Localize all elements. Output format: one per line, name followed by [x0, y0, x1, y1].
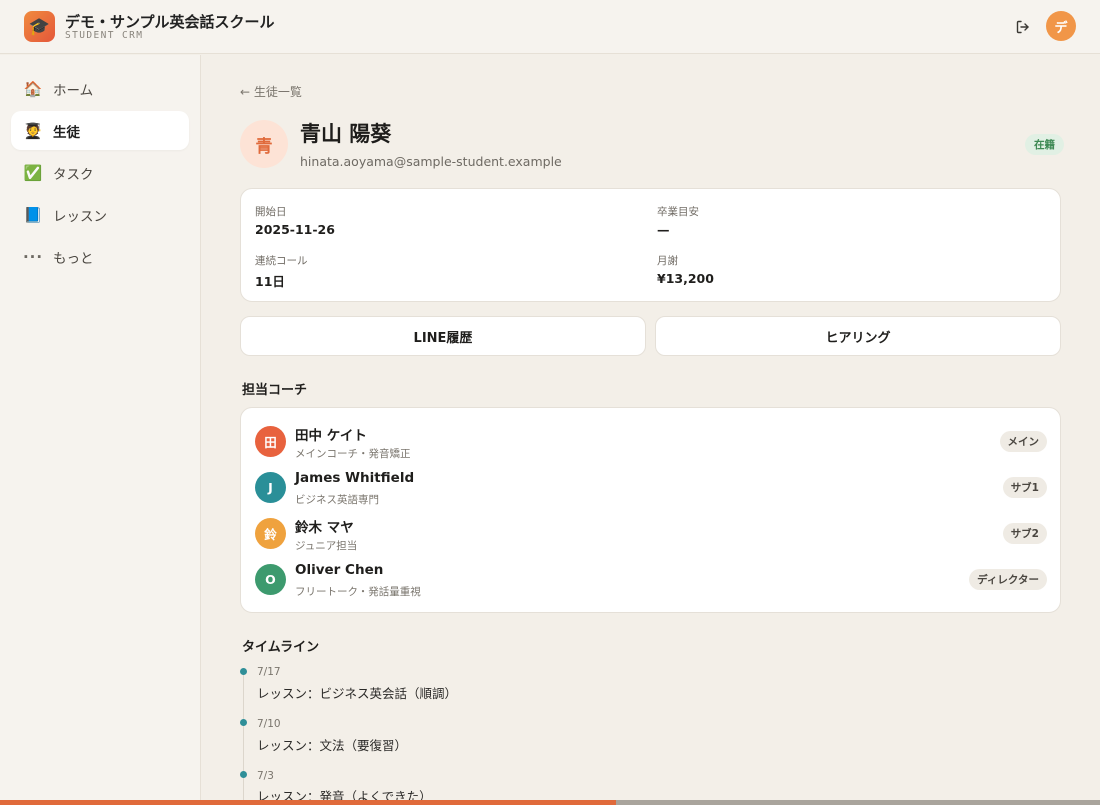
coach-row[interactable]: 田 田中 ケイト メインコーチ・発音矯正 メイン	[255, 422, 1047, 462]
app-title: デモ・サンプル英会話スクール	[65, 13, 275, 31]
graduation-value: —	[657, 222, 670, 237]
logout-icon[interactable]	[1013, 17, 1033, 37]
coach-role-badge: サブ2	[1002, 523, 1047, 544]
coach-name: James Whitfield	[295, 470, 415, 486]
sidebar-item-label: レッスン	[53, 208, 107, 225]
student-email: hinata.aoyama@sample-student.example	[300, 154, 562, 169]
sidebar-item-lessons[interactable]: 📘 レッスン	[11, 195, 189, 234]
sidebar-item-label: もっと	[53, 250, 94, 267]
coach-name: 鈴木 マヤ	[295, 520, 354, 536]
streak-value: 11日	[255, 274, 285, 289]
coach-description: メインコーチ・発音矯正	[295, 448, 411, 460]
student-icon: 🧑‍🎓	[23, 121, 43, 140]
timeline-date: 7/10	[257, 718, 281, 730]
timeline-date: 7/3	[257, 770, 274, 782]
timeline-dot	[240, 719, 247, 726]
status-badge: 在籍	[1025, 134, 1064, 155]
sidebar-item-tasks[interactable]: ✅ タスク	[11, 153, 189, 192]
coach-description: ジュニア担当	[295, 540, 358, 552]
back-to-students-link[interactable]: ← 生徒一覧	[240, 83, 302, 100]
more-icon: ···	[22, 247, 44, 266]
top-bar: 🎓 デモ・サンプル英会話スクール STUDENT CRM デ	[0, 0, 1100, 54]
coach-avatar: 田	[255, 426, 286, 457]
coaches-card: 田 田中 ケイト メインコーチ・発音矯正 メイン J James Whitfie…	[240, 407, 1061, 613]
coach-row[interactable]: J James Whitfield ビジネス英語専門 サブ1	[255, 468, 1047, 508]
timeline-entry[interactable]: レッスン：文法（要復習）	[257, 735, 407, 754]
coach-avatar: J	[255, 472, 286, 503]
timeline-section-title: タイムライン	[242, 640, 320, 655]
coach-row[interactable]: O Oliver Chen フリートーク・発話量重視 ディレクター	[255, 560, 1047, 600]
fee-value: ¥13,200	[657, 271, 714, 286]
timeline-dot	[240, 668, 247, 675]
sidebar-item-label: ホーム	[53, 82, 94, 99]
sidebar-item-students[interactable]: 🧑‍🎓 生徒	[11, 111, 189, 150]
start-date-value: 2025-11-26	[255, 222, 335, 237]
coach-avatar: 鈴	[255, 518, 286, 549]
sidebar-item-label: タスク	[53, 166, 94, 183]
timeline-date: 7/17	[257, 666, 281, 678]
coaches-section-title: 担当コーチ	[242, 383, 308, 398]
page-progress-fill	[0, 800, 616, 805]
student-name: 青山 陽葵	[300, 122, 392, 146]
sidebar: 🏠 ホーム 🧑‍🎓 生徒 ✅ タスク 📘 レッスン ··· もっと	[0, 55, 201, 805]
line-history-button[interactable]: LINE履歴	[240, 316, 646, 356]
page-progress-bar	[0, 800, 1100, 805]
timeline-entry[interactable]: レッスン：ビジネス英会話（順調）	[257, 683, 457, 702]
coach-avatar: O	[255, 564, 286, 595]
start-date-label: 開始日	[255, 206, 287, 218]
timeline-line	[243, 672, 244, 805]
check-icon: ✅	[23, 163, 43, 182]
graduation-cap-icon: 🎓	[24, 11, 55, 42]
sidebar-item-home[interactable]: 🏠 ホーム	[11, 69, 189, 108]
streak-label: 連続コール	[255, 255, 308, 267]
student-info-card: 開始日 2025-11-26 卒業目安 — 連続コール 11日 月謝 ¥13,2…	[240, 188, 1061, 302]
coach-description: フリートーク・発話量重視	[295, 586, 421, 598]
coach-role-badge: ディレクター	[969, 569, 1047, 590]
coach-name: 田中 ケイト	[295, 428, 367, 444]
coach-row[interactable]: 鈴 鈴木 マヤ ジュニア担当 サブ2	[255, 514, 1047, 554]
timeline-dot	[240, 771, 247, 778]
student-avatar: 青	[240, 120, 288, 168]
coach-name: Oliver Chen	[295, 562, 384, 578]
fee-label: 月謝	[657, 255, 678, 267]
sidebar-item-label: 生徒	[53, 124, 80, 141]
coach-role-badge: メイン	[999, 431, 1047, 452]
house-icon: 🏠	[23, 79, 43, 98]
hearing-button[interactable]: ヒアリング	[655, 316, 1061, 356]
app-subtitle: STUDENT CRM	[65, 30, 144, 41]
sidebar-item-more[interactable]: ··· もっと	[11, 237, 189, 276]
coach-role-badge: サブ1	[1002, 477, 1047, 498]
coach-description: ビジネス英語専門	[295, 494, 379, 506]
book-icon: 📘	[23, 205, 43, 224]
graduation-label: 卒業目安	[657, 206, 699, 218]
user-avatar[interactable]: デ	[1046, 11, 1076, 41]
